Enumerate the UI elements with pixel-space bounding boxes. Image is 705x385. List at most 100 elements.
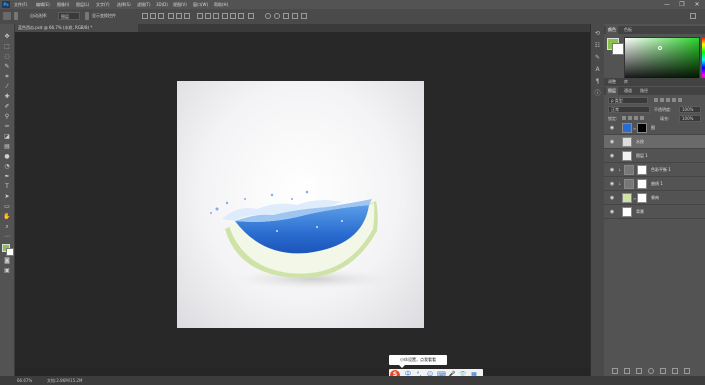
- checkbox-icon[interactable]: [14, 12, 18, 20]
- menu-3d[interactable]: 3D(D): [156, 0, 168, 9]
- align-left-icon[interactable]: [168, 13, 174, 19]
- layer-style-icon[interactable]: [624, 368, 630, 374]
- hand-tool-icon[interactable]: ✋: [3, 213, 11, 220]
- color-picker-cursor[interactable]: [658, 46, 662, 50]
- layer-row[interactable]: ◉ ∞ 图: [604, 121, 705, 135]
- layer-row[interactable]: ◉ ∞ 果肉: [604, 191, 705, 205]
- lock-pixels-icon[interactable]: [628, 116, 632, 120]
- distribute-hcenter-icon[interactable]: [230, 13, 236, 19]
- tab-channels[interactable]: 通道: [622, 87, 634, 95]
- brush-tool-icon[interactable]: ✐: [3, 103, 11, 110]
- properties-panel-icon[interactable]: ☷: [593, 42, 602, 50]
- blur-tool-icon[interactable]: ●: [3, 153, 11, 160]
- layer-row[interactable]: ◉ 水纹: [604, 135, 705, 149]
- brush-panel-icon[interactable]: ✎: [593, 54, 602, 62]
- lock-all-icon[interactable]: [640, 116, 644, 120]
- menu-select[interactable]: 选择(S): [117, 0, 131, 9]
- healing-tool-icon[interactable]: ✚: [3, 93, 11, 100]
- distribute-vcenter-icon[interactable]: [205, 13, 211, 19]
- opacity-input[interactable]: 100%: [679, 106, 701, 113]
- layer-name[interactable]: 水纹: [636, 135, 644, 149]
- menu-file[interactable]: 文件(F): [14, 0, 27, 9]
- visibility-eye-icon[interactable]: ◉: [609, 139, 615, 145]
- lasso-tool-icon[interactable]: ◌: [3, 53, 11, 60]
- transform-checkbox[interactable]: [85, 12, 89, 20]
- new-layer-icon[interactable]: [672, 368, 678, 374]
- align-bottom-icon[interactable]: [158, 13, 164, 19]
- shape-tool-icon[interactable]: ▭: [3, 203, 11, 210]
- document-tab[interactable]: 蓝色西瓜.psd @ 66.7% (水纹, RGB/8) *: [15, 24, 138, 32]
- tab-paths[interactable]: 路径: [638, 87, 650, 95]
- history-panel-icon[interactable]: ⟲: [593, 30, 602, 38]
- align-vcenter-icon[interactable]: [150, 13, 156, 19]
- visibility-eye-icon[interactable]: ◉: [609, 181, 615, 187]
- tab-swatches[interactable]: 色板: [622, 26, 634, 34]
- marquee-tool-icon[interactable]: ⬚: [3, 43, 11, 50]
- path-select-icon[interactable]: ➤: [3, 193, 11, 200]
- layer-mask-thumbnail[interactable]: [637, 123, 647, 133]
- lock-position-icon[interactable]: [634, 116, 638, 120]
- 3d-scale-icon[interactable]: [301, 13, 307, 19]
- quick-mask-icon[interactable]: ◙: [3, 257, 11, 264]
- more-tools-icon[interactable]: ⋯: [3, 233, 11, 240]
- layer-mask-thumbnail[interactable]: [637, 179, 647, 189]
- lock-transparent-icon[interactable]: [622, 116, 626, 120]
- menu-edit[interactable]: 编辑(E): [36, 0, 50, 9]
- filter-adjust-icon[interactable]: [660, 98, 664, 102]
- filter-smart-icon[interactable]: [678, 98, 682, 102]
- 3d-roll-icon[interactable]: [274, 13, 280, 19]
- character-panel-icon[interactable]: A: [593, 66, 602, 74]
- zoom-tool-icon[interactable]: ⌕: [3, 223, 11, 230]
- layer-row[interactable]: ◉ 背景: [604, 205, 705, 219]
- filter-pixel-icon[interactable]: [654, 98, 658, 102]
- distribute-left-icon[interactable]: [222, 13, 228, 19]
- new-adjustment-icon[interactable]: [648, 368, 654, 374]
- gradient-tool-icon[interactable]: ▤: [3, 143, 11, 150]
- crop-tool-icon[interactable]: ⌗: [3, 73, 11, 80]
- visibility-eye-icon[interactable]: ◉: [609, 125, 615, 131]
- distribute-right-icon[interactable]: [238, 13, 244, 19]
- align-top-icon[interactable]: [142, 13, 148, 19]
- blend-mode-dropdown[interactable]: 正常: [608, 106, 650, 113]
- auto-align-icon[interactable]: [248, 13, 254, 19]
- delete-layer-icon[interactable]: [684, 368, 690, 374]
- align-hcenter-icon[interactable]: [176, 13, 182, 19]
- document-canvas[interactable]: [177, 81, 424, 328]
- menu-view[interactable]: 视图(V): [173, 0, 187, 9]
- screen-mode-icon[interactable]: ▣: [3, 267, 11, 274]
- visibility-eye-icon[interactable]: ◉: [609, 209, 615, 215]
- layer-name[interactable]: 图: [651, 121, 655, 135]
- menu-window[interactable]: 窗口(W): [193, 0, 208, 9]
- stamp-tool-icon[interactable]: ⚲: [3, 113, 11, 120]
- distribute-top-icon[interactable]: [197, 13, 203, 19]
- type-tool-icon[interactable]: T: [3, 183, 11, 190]
- document-info[interactable]: 文档:2.86M/15.2M: [47, 376, 82, 385]
- new-group-icon[interactable]: [660, 368, 666, 374]
- restore-icon[interactable]: ❐: [675, 0, 689, 9]
- 3d-pan-icon[interactable]: [283, 13, 289, 19]
- 3d-orbit-icon[interactable]: [265, 13, 271, 19]
- move-tool-icon[interactable]: [3, 12, 11, 20]
- menu-image[interactable]: 图像(I): [57, 0, 69, 9]
- close-icon[interactable]: ✕: [690, 0, 704, 9]
- layer-row[interactable]: ◉ ↓ 曲线 1: [604, 177, 705, 191]
- workspace-icon[interactable]: [690, 13, 696, 19]
- background-color-swatch[interactable]: [6, 248, 14, 256]
- layer-name[interactable]: 果肉: [651, 191, 659, 205]
- menu-help[interactable]: 帮助(H): [214, 0, 228, 9]
- tab-adjustments[interactable]: 调整: [606, 78, 618, 86]
- layer-name[interactable]: 图层 1: [636, 149, 648, 163]
- info-panel-icon[interactable]: ⓘ: [593, 90, 602, 98]
- layer-kind-filter[interactable]: ρ 类型: [608, 97, 648, 104]
- history-brush-icon[interactable]: ✑: [3, 123, 11, 130]
- layer-mask-thumbnail[interactable]: [637, 165, 647, 175]
- layer-row[interactable]: ◉ 图层 1: [604, 149, 705, 163]
- filter-type-icon[interactable]: [666, 98, 670, 102]
- background-color[interactable]: [612, 43, 624, 55]
- tab-color[interactable]: 颜色: [606, 26, 618, 34]
- zoom-level[interactable]: 66.67%: [17, 376, 32, 385]
- align-right-icon[interactable]: [184, 13, 190, 19]
- color-picker-field[interactable]: [624, 37, 700, 83]
- paragraph-panel-icon[interactable]: ¶: [593, 78, 602, 86]
- menu-type[interactable]: 文字(Y): [96, 0, 110, 9]
